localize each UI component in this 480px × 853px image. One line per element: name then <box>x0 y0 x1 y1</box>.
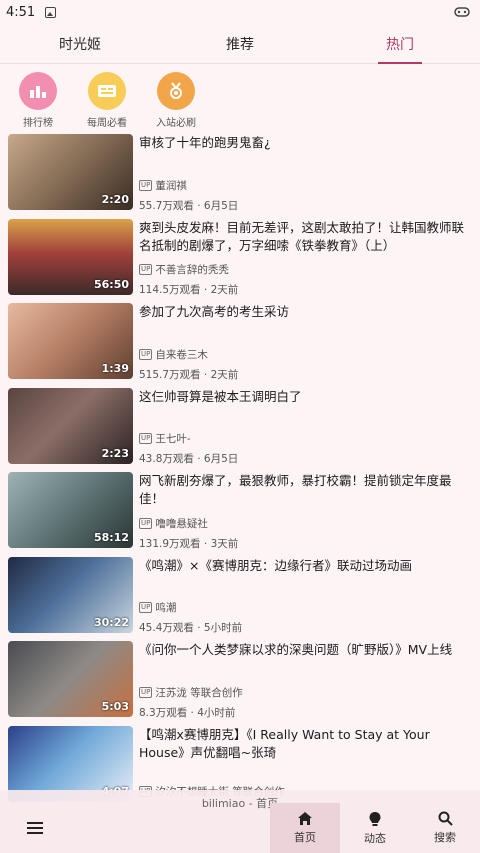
video-thumbnail: 2:23 <box>8 387 133 464</box>
video-title: 《鸣潮》×《赛博朋克：边缘行者》联动过场动画 <box>139 557 412 573</box>
up-badge-icon: UP <box>139 602 153 613</box>
uploader-name: 王七叶- <box>155 433 191 445</box>
nav-label: 搜索 <box>434 831 456 844</box>
video-thumbnail: 5:03 <box>8 641 133 717</box>
up-badge-icon: UP <box>139 179 153 191</box>
video-title: 审核了十年的跑男鬼畜¿ <box>139 135 271 150</box>
video-stats: 114.5万观看 · 2天前 <box>139 284 239 296</box>
weekly-icon <box>88 72 126 110</box>
tab-label: 热门 <box>386 36 414 53</box>
hamburger-icon <box>27 822 43 834</box>
tab-label: 时光姬 <box>59 36 101 53</box>
tab-label: 推荐 <box>226 36 254 53</box>
video-duration: 2:23 <box>101 446 129 460</box>
video-thumbnail: 1:39 <box>8 303 133 379</box>
video-thumbnail: 30:22 <box>8 556 133 633</box>
search-icon <box>438 811 453 826</box>
video-duration: 58:12 <box>93 531 129 544</box>
video-thumbnail: 56:50 <box>8 218 133 295</box>
quick-links: 排行榜 每周必看 入站必刷 <box>0 64 480 132</box>
uploader-name: 自来卷三木 <box>155 348 208 361</box>
uploader-name: 噜噜悬疑社 <box>155 517 208 530</box>
gamepad-icon <box>454 7 470 17</box>
up-badge-icon: UP <box>139 264 153 275</box>
video-title: 《问你一个人类梦寐以求的深奥问题（旷野版）》MV上线 <box>139 642 453 657</box>
uploader-name: 董润祺 <box>155 179 187 192</box>
video-item[interactable]: 1:39 参加了九次高考的考生采访 UP 自来卷三木 515.7万观看 · 2天前 <box>0 301 480 386</box>
video-item[interactable]: 30:22 《鸣潮》×《赛博朋克：边缘行者》联动过场动画 UP 鸣潮 45.4万观… <box>0 555 480 640</box>
video-duration: 1:39 <box>101 362 129 375</box>
up-badge-icon: UP <box>139 517 153 529</box>
ranking-icon <box>19 72 57 110</box>
tab-popular[interactable]: 热门 <box>320 24 480 63</box>
video-item[interactable]: 2:23 这仨帅哥算是被本王调明白了 UP 王七叶- 43.8万观看 · 6月5日 <box>0 386 480 471</box>
nav-search[interactable]: 搜索 <box>410 803 480 853</box>
weekly-button[interactable]: 每周必看 <box>81 72 133 129</box>
status-time: 4:51 <box>6 4 36 20</box>
bottom-nav: 首页 动态 搜索 <box>0 803 480 853</box>
video-stats: 131.9万观看 · 3天前 <box>139 537 239 550</box>
video-item[interactable]: 56:50 爽到头皮发麻！目前无差评，这剧太敢拍了！让韩国教师联名抵制的剧爆了，… <box>0 217 480 302</box>
video-stats: 45.4万观看 · 5小时前 <box>139 622 243 634</box>
video-stats: 55.7万观看 · 6月5日 <box>139 199 239 212</box>
bulb-icon <box>369 811 381 826</box>
video-list: 2:20 审核了十年的跑男鬼畜¿ UP 董润祺 55.7万观看 · 6月5日 56… <box>0 132 480 808</box>
tab-recommend[interactable]: 推荐 <box>160 24 320 63</box>
uploader-name: 不善言辞的秃秃 <box>155 264 229 276</box>
nav-label: 首页 <box>294 831 316 844</box>
video-title: 网飞新剧夯爆了，最狠教师，暴打校霸！提前锁定年度最佳！ <box>139 473 452 506</box>
video-duration: 2:20 <box>101 193 129 206</box>
status-bar: 4:51 <box>0 0 480 24</box>
video-duration: 56:50 <box>93 277 129 291</box>
quick-link-label: 排行榜 <box>23 118 53 129</box>
must-watch-button[interactable]: 入站必刷 <box>150 72 202 129</box>
video-item[interactable]: 58:12 网飞新剧夯爆了，最狠教师，暴打校霸！提前锁定年度最佳！ UP 噜噜悬疑… <box>0 470 480 555</box>
ranking-button[interactable]: 排行榜 <box>12 72 64 129</box>
video-thumbnail: 2:20 <box>8 134 133 210</box>
up-badge-icon: UP <box>139 433 153 444</box>
quick-link-label: 每周必看 <box>87 118 127 129</box>
video-stats: 8.3万观看 · 4小时前 <box>139 706 236 719</box>
video-item[interactable]: 2:20 审核了十年的跑男鬼畜¿ UP 董润祺 55.7万观看 · 6月5日 <box>0 132 480 217</box>
video-title: 爽到头皮发麻！目前无差评，这剧太敢拍了！让韩国教师联名抵制的剧爆了，万字细嗦《铁… <box>139 219 465 253</box>
up-badge-icon: UP <box>139 348 153 360</box>
image-notification-icon <box>45 6 57 18</box>
video-title: 参加了九次高考的考生采访 <box>139 304 290 319</box>
video-item[interactable]: 5:03 《问你一个人类梦寐以求的深奥问题（旷野版）》MV上线 UP 汪苏泷 等联… <box>0 639 480 724</box>
uploader-name: 鸣潮 <box>155 602 177 614</box>
up-badge-icon: UP <box>139 686 153 698</box>
video-title: 【鸣潮x赛博朋克】《I Really Want to Stay at Your … <box>139 726 430 760</box>
home-icon <box>298 812 312 825</box>
video-duration: 5:03 <box>101 700 129 713</box>
nav-feed[interactable]: 动态 <box>340 803 410 853</box>
quick-link-label: 入站必刷 <box>156 118 196 129</box>
video-thumbnail: 58:12 <box>8 472 133 548</box>
tab-timeline[interactable]: 时光姬 <box>0 24 160 63</box>
video-duration: 30:22 <box>93 615 129 629</box>
menu-button[interactable] <box>0 803 70 853</box>
top-tabs: 时光姬 推荐 热门 <box>0 24 480 64</box>
video-stats: 515.7万观看 · 2天前 <box>139 368 239 381</box>
video-title: 这仨帅哥算是被本王调明白了 <box>139 388 302 404</box>
nav-label: 动态 <box>364 831 386 845</box>
uploader-name: 汪苏泷 等联合创作 <box>155 686 243 699</box>
video-stats: 43.8万观看 · 6月5日 <box>139 453 239 465</box>
bottom-bar: bilimiao - 首页 首页 动态 搜索 <box>0 790 480 853</box>
nav-home[interactable]: 首页 <box>270 803 340 853</box>
medal-icon <box>157 72 195 110</box>
